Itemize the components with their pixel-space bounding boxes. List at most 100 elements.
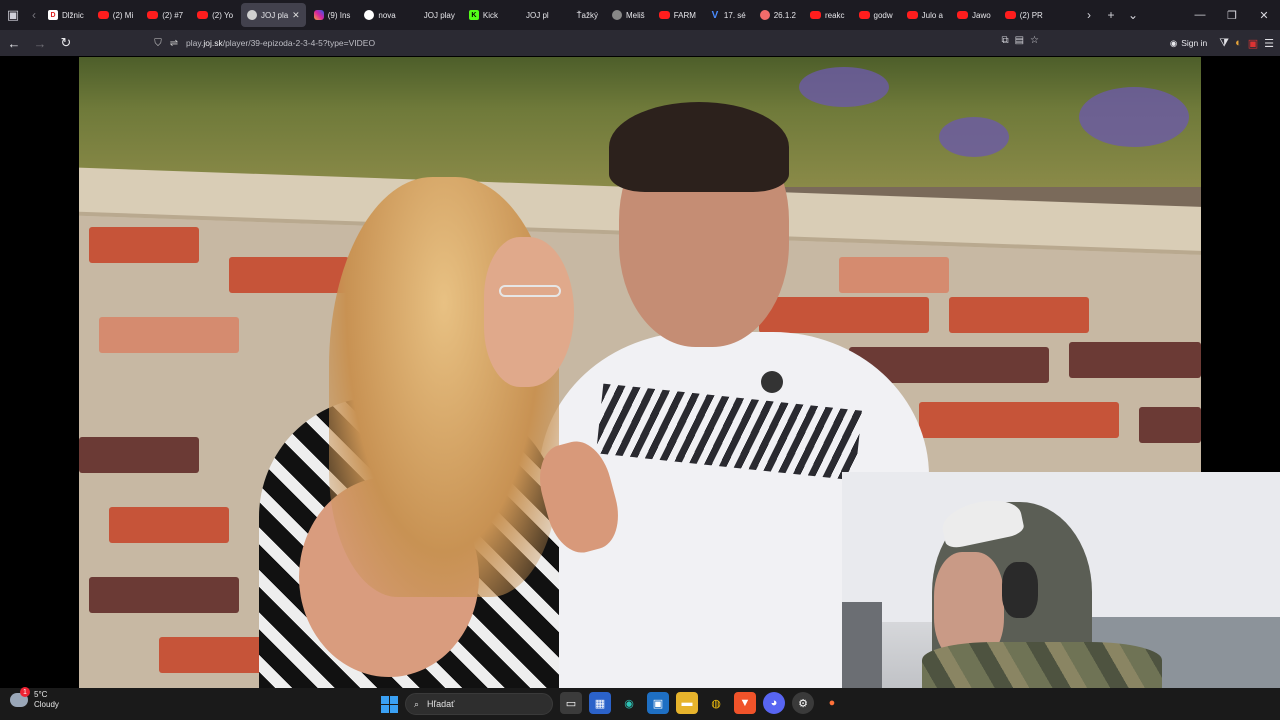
tab-5[interactable]: (9) Ins bbox=[308, 3, 357, 27]
tab-label: (2) PR bbox=[1019, 10, 1043, 20]
reload-button[interactable]: ↻ bbox=[54, 31, 78, 55]
tab-11[interactable]: Meliš bbox=[606, 3, 651, 27]
photos-icon[interactable]: ▣ bbox=[647, 692, 669, 714]
site-permissions-icon[interactable]: ⇌ bbox=[166, 38, 182, 49]
color-extension-icon[interactable]: ◐ bbox=[1235, 37, 1242, 49]
tab-9[interactable]: JOJ pl bbox=[506, 3, 555, 27]
tab-list: D Dlžnic (2) Mi (2) #7 (2) Yo JOJ pla ✕ (9) Ins… bbox=[42, 0, 1112, 30]
weather-description: Cloudy bbox=[34, 700, 59, 709]
youtube-icon bbox=[957, 11, 969, 19]
tab-7[interactable]: JOJ play bbox=[404, 3, 461, 27]
tab-6[interactable]: nova bbox=[358, 3, 401, 27]
tab-16[interactable]: godw bbox=[853, 3, 899, 27]
youtube-icon bbox=[906, 11, 918, 19]
tab-17[interactable]: Julo a bbox=[901, 3, 949, 27]
tab-label: (9) Ins bbox=[327, 10, 351, 20]
tab-3[interactable]: (2) Yo bbox=[191, 3, 239, 27]
tab-1[interactable]: (2) Mi bbox=[92, 3, 139, 27]
tab-strip: ▣ ‹ D Dlžnic (2) Mi (2) #7 (2) Yo JOJ pla ✕ (9)… bbox=[0, 0, 1280, 30]
tab-label: Kick bbox=[482, 10, 498, 20]
tab-label: Jawo bbox=[972, 10, 991, 20]
sign-in-button[interactable]: ◉ Sign in bbox=[1164, 38, 1213, 49]
tab-0[interactable]: D Dlžnic bbox=[42, 3, 90, 27]
flower-icon bbox=[759, 10, 770, 20]
notification-badge: 1 bbox=[20, 687, 30, 697]
taskbar-apps: ▭ ▦ ◉ ▣ ▬ ◍ ▼ ◕ ⚙ ● bbox=[560, 692, 843, 714]
close-tab-icon[interactable]: ✕ bbox=[292, 10, 300, 21]
file-explorer-icon[interactable]: ▬ bbox=[676, 692, 698, 714]
youtube-icon bbox=[1004, 11, 1016, 19]
blank-icon bbox=[512, 10, 522, 20]
firefox-icon[interactable]: ● bbox=[821, 692, 843, 714]
tab-label: JOJ pla bbox=[261, 10, 289, 20]
weather-temperature: 5°C bbox=[34, 690, 48, 699]
youtube-icon bbox=[658, 11, 670, 19]
blank-icon bbox=[563, 10, 573, 20]
list-all-tabs-button[interactable]: ▣ bbox=[0, 0, 26, 30]
new-tab-button[interactable]: + bbox=[1100, 8, 1122, 22]
tab-label: (2) #7 bbox=[162, 10, 184, 20]
tab-scroll-left-button[interactable]: ‹ bbox=[26, 0, 42, 30]
back-button[interactable]: ← bbox=[2, 31, 26, 55]
extension-badge-icon[interactable]: ▣ bbox=[1248, 37, 1258, 50]
youtube-icon bbox=[197, 11, 209, 19]
tab-label: JOJ pl bbox=[526, 10, 549, 20]
search-icon: ⌕ bbox=[414, 698, 420, 709]
menu-icon[interactable]: ☰ bbox=[1264, 37, 1274, 50]
blank-icon bbox=[410, 10, 420, 20]
tracking-protection-icon[interactable]: ⛉ bbox=[150, 38, 166, 49]
document-icon: D bbox=[48, 10, 58, 20]
search-placeholder: Hľadať bbox=[427, 699, 455, 709]
webcam-overlay bbox=[842, 472, 1280, 692]
picture-in-picture-icon[interactable]: ⧉ bbox=[1001, 35, 1008, 46]
tab-19[interactable]: (2) PR bbox=[999, 3, 1049, 27]
close-window-button[interactable]: ✕ bbox=[1248, 9, 1280, 22]
v-icon: V bbox=[711, 9, 719, 21]
tab-12[interactable]: FARM bbox=[653, 3, 702, 27]
restore-button[interactable]: ❐ bbox=[1216, 9, 1248, 22]
tab-18[interactable]: Jawo bbox=[951, 3, 997, 27]
account-icon: ◉ bbox=[1169, 37, 1178, 48]
chrome-icon[interactable]: ◍ bbox=[705, 692, 727, 714]
nav-toolbar: ← → ↻ ⛉ ⇌ play.joj.sk/player/39-epizoda-… bbox=[0, 30, 1280, 56]
windows-taskbar: 1 5°C Cloudy ⌕ Hľadať ▭ ▦ ◉ ▣ ▬ ◍ ▼ ◕ ⚙ … bbox=[0, 687, 1280, 720]
store-icon[interactable]: ▦ bbox=[589, 692, 611, 714]
edge-icon[interactable]: ◉ bbox=[618, 692, 640, 714]
discord-icon[interactable]: ◕ bbox=[763, 692, 785, 714]
tab-label: godw bbox=[873, 10, 893, 20]
instagram-icon bbox=[313, 10, 324, 20]
start-button[interactable] bbox=[381, 696, 398, 713]
taskbar-search[interactable]: ⌕ Hľadať bbox=[405, 693, 553, 715]
tab-label: JOJ play bbox=[423, 10, 455, 20]
tab-2[interactable]: (2) #7 bbox=[141, 3, 189, 27]
reader-view-icon[interactable]: ▤ bbox=[1015, 35, 1024, 46]
kick-icon: K bbox=[468, 10, 479, 20]
url-prefix: play. bbox=[186, 38, 204, 48]
tab-label: nova bbox=[378, 10, 396, 20]
tab-4[interactable]: JOJ pla ✕ bbox=[241, 3, 306, 27]
address-bar[interactable]: ⛉ ⇌ play.joj.sk/player/39-epizoda-2-3-4-… bbox=[150, 33, 1045, 53]
tab-13[interactable]: V 17. sé bbox=[704, 3, 752, 27]
tab-10[interactable]: Ťažký bbox=[557, 3, 604, 27]
extensions-icon[interactable]: ⧩ bbox=[1219, 37, 1229, 50]
youtube-icon bbox=[147, 11, 159, 19]
gray-icon bbox=[612, 10, 623, 20]
task-view-icon[interactable]: ▭ bbox=[560, 692, 582, 714]
minimize-button[interactable]: — bbox=[1184, 9, 1216, 21]
toolbar-right: ◉ Sign in ⧩ ◐ ▣ ☰ bbox=[1164, 30, 1274, 56]
url-text: play.joj.sk/player/39-epizoda-2-3-4-5?ty… bbox=[186, 38, 375, 48]
weather-widget[interactable]: 1 5°C Cloudy bbox=[10, 687, 59, 710]
brave-icon[interactable]: ▼ bbox=[734, 692, 756, 714]
chevron-down-icon[interactable]: ⌄ bbox=[1122, 8, 1144, 22]
tab-15[interactable]: reakc bbox=[804, 3, 851, 27]
tab-label: 26.1.2 bbox=[773, 10, 796, 20]
tab-scroll-right-button[interactable]: › bbox=[1078, 8, 1100, 22]
tab-8[interactable]: K Kick bbox=[463, 3, 504, 27]
tab-label: 17. sé bbox=[723, 10, 746, 20]
url-domain: joj.sk bbox=[203, 38, 223, 48]
forward-button[interactable]: → bbox=[28, 31, 52, 55]
settings-icon[interactable]: ⚙ bbox=[792, 692, 814, 714]
bookmark-star-icon[interactable]: ☆ bbox=[1030, 35, 1039, 46]
tab-14[interactable]: 26.1.2 bbox=[754, 3, 802, 27]
youtube-icon bbox=[97, 11, 109, 19]
